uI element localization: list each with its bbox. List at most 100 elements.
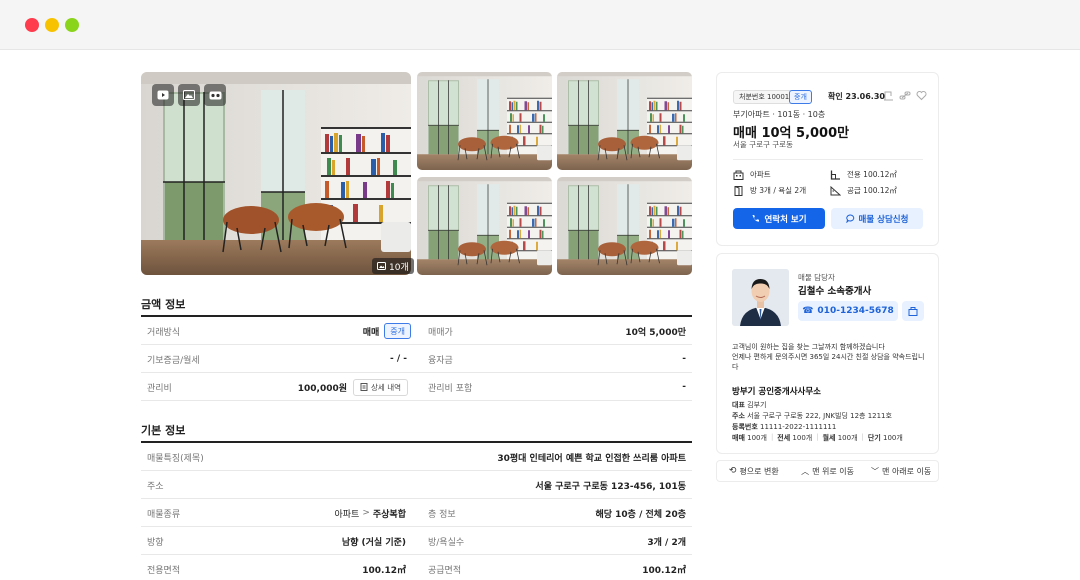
share-icon[interactable] (899, 90, 911, 101)
deal-type-label: 거래방식 (147, 327, 181, 338)
table-row: 매물특징(제목) 30평대 인테리어 예쁜 학교 인접한 쓰리룸 아파트 (141, 443, 692, 471)
table-row: 기보증금/월세 - / - 융자금 - (141, 345, 692, 373)
sale-price-value: 10억 5,000만 (625, 327, 686, 338)
table-row: 매물종류 아파트 > 주상복합 층 정보 해당 10층 / 전체 20층 (141, 499, 692, 527)
image-icon[interactable] (178, 84, 200, 106)
report-icon[interactable] (883, 90, 894, 101)
confirm-date: 확인 23.06.30 (828, 92, 885, 101)
listing-summary-card: 처분번호 10001 중개 확인 23.06.30 부기아파트 · 101동 ·… (716, 72, 939, 246)
scroll-bottom-button[interactable]: ﹀ 맨 아래로 이동 (864, 466, 938, 477)
receipt-icon (360, 383, 368, 391)
thumbnail-photo-3[interactable] (417, 177, 552, 275)
spec-supply: 공급 100.12㎡ (830, 185, 897, 196)
office-address-value: 서울 구로구 구로동 222, JNK빌딩 12층 1211호 (747, 412, 892, 420)
exclusive-area-value: 100.12㎡ (362, 565, 406, 576)
floor-label: 층 정보 (428, 509, 456, 520)
agent-portrait (732, 269, 789, 326)
fee-included-label: 관리비 포함 (428, 383, 473, 394)
office-building-button[interactable] (902, 301, 924, 321)
thumbnail-photo-1[interactable] (417, 72, 552, 170)
spec-type-text: 아파트 (750, 170, 771, 179)
supply-area-value: 100.12㎡ (642, 565, 686, 576)
convert-unit-button[interactable]: ⟲ 평으로 변환 (717, 466, 791, 477)
sale-price-label: 매매가 (428, 327, 453, 338)
phone-icon (752, 215, 760, 222)
count-monthly: 월세 100개 (822, 434, 858, 442)
chat-icon (845, 214, 854, 223)
contact-button-label: 연락처 보기 (764, 214, 807, 225)
door-icon (734, 185, 743, 196)
contact-button[interactable]: 연락처 보기 (733, 208, 825, 229)
scroll-top-button[interactable]: ︿ 맨 위로 이동 (791, 466, 865, 477)
heart-icon[interactable] (916, 90, 927, 101)
spec-rooms: 방 3개 / 욕실 2개 (733, 185, 806, 196)
listing-counts: 매매 100개 | 전세 100개 | 월세 100개 | 단기 100개 (732, 433, 903, 442)
office-registration-value: 11111-2022-1111111 (760, 423, 837, 431)
rooms-label: 방/욕실수 (428, 537, 465, 548)
ruler-icon (830, 185, 841, 195)
agent-avatar (732, 269, 789, 326)
photo-icon (377, 262, 386, 270)
room-thumbnail-image (557, 72, 692, 170)
supply-area-label: 공급면적 (428, 565, 462, 576)
brokerage-badge: 중개 (384, 323, 411, 339)
property-type-label: 매물종류 (147, 509, 181, 520)
minimize-window-button[interactable] (45, 18, 59, 32)
property-type-sub: 주상복합 (372, 509, 406, 520)
maximize-window-button[interactable] (65, 18, 79, 32)
table-row: 주소 서울 구로구 구로동 123-456, 101동 (141, 471, 692, 499)
refresh-icon: ⟲ (728, 466, 737, 476)
room-thumbnail-image (557, 177, 692, 275)
direction-value: 남향 (거실 기준) (341, 537, 406, 548)
loan-value: - (682, 354, 686, 364)
window-titlebar (0, 0, 1080, 50)
listing-number-badge: 처분번호 10001 (733, 90, 796, 104)
chevron-down-icon: ﹀ (871, 466, 880, 476)
count-short: 단기 100개 (867, 434, 903, 442)
area-icon (830, 170, 840, 180)
rooms-value: 3개 / 2개 (647, 537, 686, 548)
spec-rooms-text: 방 3개 / 욕실 2개 (750, 186, 807, 195)
address-value: 서울 구로구 구로동 123-456, 101동 (535, 481, 686, 492)
count-sale: 매매 100개 (732, 434, 767, 442)
office-address-label: 주소 (732, 412, 745, 420)
deposit-label: 기보증금/월세 (147, 355, 200, 366)
fee-detail-label: 상세 내역 (371, 382, 401, 392)
fee-detail-button[interactable]: 상세 내역 (353, 378, 408, 396)
room-thumbnail-image (417, 177, 552, 275)
office-rep-label: 대표 (732, 401, 745, 409)
table-row: 관리비 100,000원 상세 내역 관리비 포함 - (141, 373, 692, 401)
feature-value: 30평대 인테리어 예쁜 학교 인접한 쓰리룸 아파트 (497, 453, 686, 464)
table-row: 거래방식 매매 중개 매매가 10억 5,000만 (141, 317, 692, 345)
count-jeonse: 전세 100개 (777, 434, 813, 442)
exclusive-area-label: 전용면적 (147, 565, 181, 576)
office-registration: 등록번호 11111-2022-1111111 (732, 422, 836, 432)
deal-type-text: 매매 (362, 327, 380, 338)
loan-label: 융자금 (428, 355, 453, 366)
office-address: 주소 서울 구로구 구로동 222, JNK빌딩 12층 1211호 (732, 411, 892, 421)
table-row: 전용면적 100.12㎡ 공급면적 100.12㎡ (141, 555, 692, 580)
chevron-right-icon: > (362, 508, 370, 518)
spec-exclusive: 전용 100.12㎡ (830, 169, 897, 180)
office-rep-value: 김부기 (747, 401, 767, 409)
office-name: 방부기 공인중개사사무소 (732, 387, 821, 397)
feature-label: 매물특징(제목) (147, 453, 204, 464)
thumbnail-photo-2[interactable] (557, 72, 692, 170)
photo-count-text: 10개 (389, 262, 409, 273)
maintenance-fee-value: 100,000원 상세 내역 (261, 373, 408, 401)
consult-button-label: 매물 상담신청 (858, 214, 909, 225)
video-icon[interactable] (152, 84, 174, 106)
agent-card: 매물 담당자 김철수 소속중개사 ☎ 010-1234-5678 고객님이 원하… (716, 253, 939, 454)
thumbnail-photo-4[interactable] (557, 177, 692, 275)
vr-icon[interactable] (204, 84, 226, 106)
photo-count-badge[interactable]: 10개 (372, 258, 414, 274)
agent-role: 매물 담당자 (798, 273, 835, 282)
apartment-icon (733, 170, 744, 180)
close-window-button[interactable] (25, 18, 39, 32)
spec-supply-text: 공급 100.12㎡ (847, 186, 897, 195)
building-icon (908, 306, 918, 316)
region-text: 서울 구로구 구로동 (733, 140, 793, 149)
price-section-title: 금액 정보 (141, 298, 186, 311)
consult-request-button[interactable]: 매물 상담신청 (831, 208, 923, 229)
agent-phone-button[interactable]: ☎ 010-1234-5678 (798, 301, 898, 321)
